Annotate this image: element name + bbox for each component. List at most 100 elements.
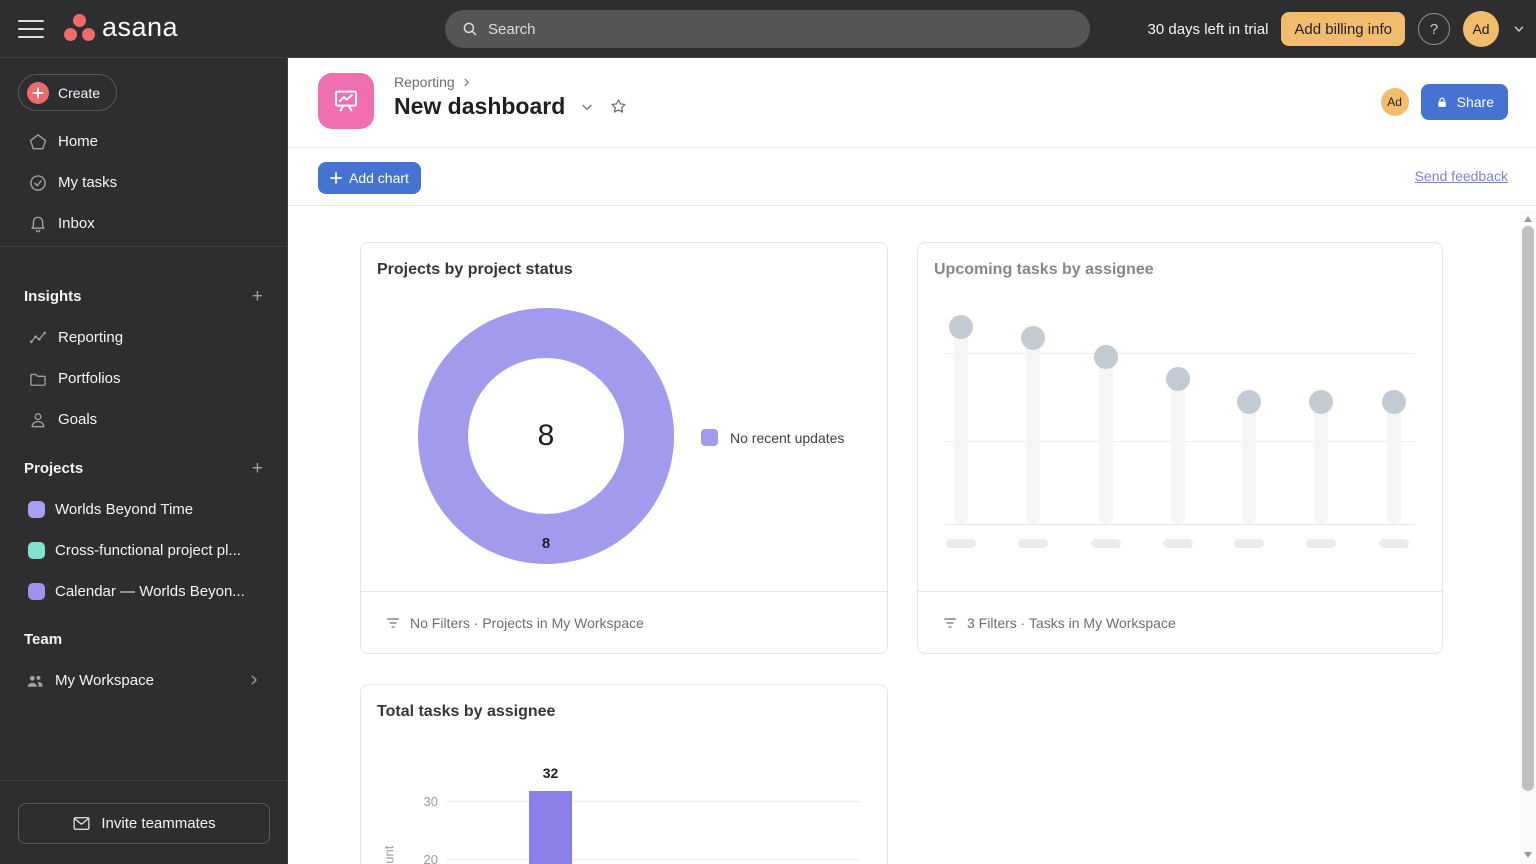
add-chart-label: Add chart <box>349 170 409 186</box>
section-title: Insights <box>24 288 82 305</box>
project-color-swatch <box>28 501 45 518</box>
sidebar-item-goals[interactable]: Goals <box>0 399 287 440</box>
lollipop-dot <box>1309 390 1333 414</box>
vertical-scrollbar[interactable] <box>1520 210 1536 864</box>
envelope-icon <box>72 815 91 832</box>
add-billing-info-button[interactable]: Add billing info <box>1281 12 1405 46</box>
asana-logo-text: asana <box>102 12 178 42</box>
y-tick-label: 20 <box>401 852 438 864</box>
breadcrumb-reporting-link[interactable]: Reporting <box>394 74 455 90</box>
lollipop-plot <box>918 243 1442 591</box>
page-title: New dashboard <box>394 93 565 120</box>
chart-legend: No recent updates <box>701 429 844 446</box>
chart-filter-text: 3 Filters · Tasks in My Workspace <box>967 615 1176 631</box>
asana-logo[interactable]: asana <box>64 12 178 42</box>
title-dropdown-chevron-icon[interactable] <box>579 99 595 115</box>
send-feedback-link[interactable]: Send feedback <box>1415 168 1508 184</box>
y-tick-label: 30 <box>401 794 438 809</box>
lollipop-dot <box>1382 390 1406 414</box>
add-insight-button[interactable]: + <box>252 287 263 306</box>
axis-label-placeholder <box>1234 539 1264 548</box>
share-button-label: Share <box>1457 94 1494 110</box>
create-button[interactable]: Create <box>18 74 117 111</box>
star-icon[interactable] <box>609 97 628 116</box>
create-button-label: Create <box>58 85 100 101</box>
axis-label-placeholder <box>1163 539 1193 548</box>
lollipop-stick <box>1099 357 1113 524</box>
y-axis-title: Count <box>382 846 397 864</box>
add-chart-button[interactable]: Add chart <box>318 162 421 194</box>
sidebar-project-calendar[interactable]: Calendar — Worlds Beyon... <box>0 571 287 612</box>
line-chart-icon <box>28 328 48 348</box>
check-circle-icon <box>28 173 48 193</box>
gridline <box>446 859 861 860</box>
chart-filter-bar[interactable]: 3 Filters · Tasks in My Workspace <box>918 591 1442 653</box>
sidebar-bottom: Invite teammates <box>0 780 287 864</box>
member-avatar[interactable]: Ad <box>1381 88 1409 116</box>
sidebar-item-label: Reporting <box>58 329 123 346</box>
project-label: Calendar — Worlds Beyon... <box>55 583 263 600</box>
share-button[interactable]: Share <box>1421 84 1508 120</box>
gridline <box>446 801 861 802</box>
lollipop-dot <box>949 315 973 339</box>
sidebar-project-cross-functional[interactable]: Cross-functional project pl... <box>0 530 287 571</box>
donut-chart: 8 <box>418 308 674 564</box>
chart-filter-bar[interactable]: No Filters · Projects in My Workspace <box>361 591 887 653</box>
dashboard-tile <box>318 73 374 129</box>
sidebar-item-label: Home <box>58 133 98 150</box>
account-menu-chevron[interactable] <box>1512 22 1526 36</box>
sidebar-item-home[interactable]: Home <box>0 121 287 162</box>
search-bar[interactable] <box>445 10 1090 48</box>
chart-filter-text: No Filters · Projects in My Workspace <box>410 615 644 631</box>
lollipop-stick <box>1242 402 1256 524</box>
people-icon <box>25 671 45 691</box>
sidebar-project-worlds-beyond-time[interactable]: Worlds Beyond Time <box>0 489 287 530</box>
chart-card-projects-by-status: Projects by project status 8 8 No recent… <box>360 242 888 654</box>
section-title: Projects <box>24 460 83 477</box>
legend-label: No recent updates <box>730 430 844 446</box>
folder-icon <box>28 369 48 389</box>
sidebar-section-projects: Projects + <box>0 448 287 489</box>
invite-teammates-label: Invite teammates <box>101 815 215 832</box>
scroll-down-arrow[interactable] <box>1524 852 1532 858</box>
donut-total-value: 8 <box>538 419 555 453</box>
chart-title: Projects by project status <box>377 261 573 279</box>
home-icon <box>28 132 48 152</box>
lollipop-stick <box>954 327 968 524</box>
sidebar-item-label: My tasks <box>58 174 117 191</box>
presentation-chart-icon <box>330 85 362 117</box>
hamburger-menu-icon[interactable] <box>18 20 44 38</box>
lock-icon <box>1435 95 1449 110</box>
filter-icon <box>942 615 958 631</box>
bar-value-label: 32 <box>529 765 572 781</box>
lollipop-dot <box>1166 367 1190 391</box>
plus-icon <box>330 172 342 184</box>
axis-label-placeholder <box>1306 539 1336 548</box>
plus-icon <box>27 82 49 104</box>
scroll-up-arrow[interactable] <box>1524 216 1532 222</box>
sidebar-item-my-tasks[interactable]: My tasks <box>0 162 287 203</box>
user-avatar[interactable]: Ad <box>1463 11 1499 47</box>
sidebar-item-inbox[interactable]: Inbox <box>0 203 287 244</box>
lollipop-dot <box>1094 345 1118 369</box>
project-label: Cross-functional project pl... <box>55 542 259 559</box>
help-button[interactable]: ? <box>1418 13 1450 45</box>
bar <box>529 791 572 864</box>
search-input[interactable] <box>488 21 1074 38</box>
axis-label-placeholder <box>1379 539 1409 548</box>
sidebar-item-label: Goals <box>58 411 97 428</box>
sidebar-item-reporting[interactable]: Reporting <box>0 317 287 358</box>
scrollbar-thumb[interactable] <box>1522 226 1534 791</box>
chart-card-total-tasks: Total tasks by assignee 30 20 Count 32 <box>360 684 888 864</box>
donut-slice-label: 8 <box>532 535 560 552</box>
add-project-button[interactable]: + <box>252 459 263 478</box>
chevron-right-icon[interactable] <box>247 673 261 687</box>
chart-title: Total tasks by assignee <box>377 703 555 721</box>
page-header: Reporting New dashboard Ad Share <box>288 58 1536 148</box>
sidebar-item-my-workspace[interactable]: My Workspace <box>0 660 287 701</box>
sidebar-section-team: Team <box>0 619 287 660</box>
sidebar-item-portfolios[interactable]: Portfolios <box>0 358 287 399</box>
invite-teammates-button[interactable]: Invite teammates <box>18 803 270 844</box>
project-label: Worlds Beyond Time <box>55 501 211 518</box>
axis-label-placeholder <box>946 539 976 548</box>
